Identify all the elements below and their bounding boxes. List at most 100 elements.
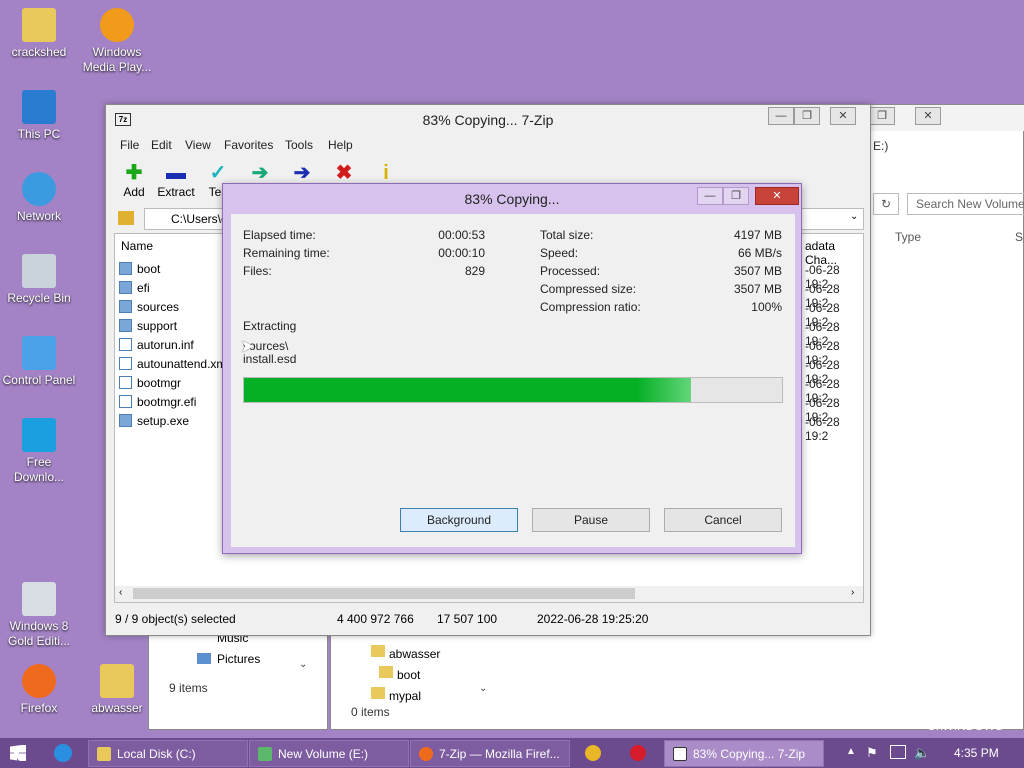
close-icon[interactable]: ✕ (755, 187, 799, 205)
desktop-icon-free-download[interactable]: Free Downlo... (0, 418, 78, 485)
clock[interactable]: 4:35 PM (954, 746, 999, 760)
desktop-icon-this-pc[interactable]: This PC (0, 90, 78, 142)
scroll-left-icon[interactable]: ‹ (119, 587, 122, 598)
folder-icon (119, 300, 132, 313)
cancel-button[interactable]: Cancel (664, 508, 782, 532)
scrollbar-thumb[interactable] (133, 588, 635, 599)
extract-button[interactable]: ▬ Extract (156, 161, 196, 199)
copy-button[interactable]: ➔ (240, 161, 280, 185)
download-manager-icon (22, 418, 56, 452)
list-item[interactable]: bootmgr (119, 374, 181, 393)
start-icon[interactable] (10, 745, 26, 761)
network-tray-icon[interactable] (890, 745, 906, 759)
list-item[interactable]: bootmgr.efi (119, 393, 196, 412)
search-input[interactable]: Search New Volume (907, 193, 1024, 215)
opera-icon[interactable] (630, 745, 646, 761)
taskbar-label: 83% Copying... 7-Zip (693, 747, 806, 761)
background-button[interactable]: Background (400, 508, 518, 532)
refresh-icon[interactable]: ↻ (873, 193, 899, 215)
file-name: support (137, 319, 178, 333)
menu-favorites[interactable]: Favorites (224, 138, 273, 152)
close-icon[interactable]: ✕ (915, 107, 941, 125)
internet-explorer-icon[interactable] (54, 744, 72, 762)
files-label: Files: (243, 264, 272, 278)
maximize-icon[interactable]: ❐ (794, 107, 820, 125)
desktop-icon-media-player[interactable]: Windows Media Play... (78, 8, 156, 75)
maximize-icon[interactable]: ❐ (723, 187, 749, 205)
menu-tools[interactable]: Tools (285, 138, 313, 152)
folder-up-icon[interactable] (118, 211, 134, 225)
test-icon: ✓ (209, 162, 227, 184)
pause-button[interactable]: Pause (532, 508, 650, 532)
desktop-icon-label: Recycle Bin (7, 291, 71, 305)
flag-icon[interactable]: ⚑ (866, 745, 878, 761)
tree-item[interactable]: Pictures (217, 652, 260, 666)
taskbar-label: 7-Zip — Mozilla Firef... (439, 747, 560, 761)
compression-ratio-label: Compression ratio: (540, 300, 641, 314)
folder-icon (371, 687, 385, 699)
horizontal-scrollbar[interactable]: ‹ › (115, 586, 863, 602)
desktop-icon-windows8[interactable]: Windows 8 Gold Editi... (0, 582, 78, 649)
list-item[interactable]: support (119, 317, 177, 336)
minimize-icon[interactable]: — (768, 107, 794, 125)
tree-item[interactable]: boot (397, 668, 420, 682)
column-header-type[interactable]: Type (895, 230, 921, 244)
minimize-icon[interactable]: — (697, 187, 723, 205)
list-item[interactable]: boot (119, 260, 160, 279)
computer-icon (22, 90, 56, 124)
close-icon[interactable]: ✕ (830, 107, 856, 125)
add-button[interactable]: ✚ Add (114, 161, 154, 199)
file-name: bootmgr.efi (137, 395, 197, 409)
item-count: 0 items (351, 705, 390, 719)
desktop-icon-control-panel[interactable]: Control Panel (0, 336, 78, 388)
list-item[interactable]: efi (119, 279, 150, 298)
move-button[interactable]: ➔ (282, 161, 322, 185)
desktop-icon-network[interactable]: Network (0, 172, 78, 224)
compressed-size-label: Compressed size: (540, 282, 637, 296)
volume-icon[interactable]: 🔈 (914, 745, 930, 761)
tree-item[interactable]: mypal (389, 689, 421, 703)
add-icon: ✚ (125, 162, 143, 184)
installer-icon (22, 582, 56, 616)
menu-help[interactable]: Help (328, 138, 353, 152)
file-icon (119, 376, 132, 389)
taskbar-item-local-disk[interactable]: Local Disk (C:) (88, 740, 248, 767)
desktop-icon-label: Free Downlo... (13, 455, 65, 484)
progress-dialog: 83% Copying... — ❐ ✕ Elapsed time: 00:00… (222, 183, 802, 554)
chevron-down-icon[interactable]: ⌄ (850, 211, 858, 222)
list-item[interactable]: autorun.inf (119, 336, 194, 355)
speed-value: 66 MB/s (737, 246, 782, 260)
list-item[interactable]: sources (119, 298, 179, 317)
folder-icon (100, 664, 134, 698)
folder-icon (371, 645, 385, 657)
chevron-down-icon[interactable]: ⌄ (479, 683, 487, 694)
desktop-icon-abwasser[interactable]: abwasser (78, 664, 156, 716)
taskbar-label: Local Disk (C:) (117, 747, 196, 761)
menu-edit[interactable]: Edit (151, 138, 172, 152)
list-item[interactable]: setup.exe (119, 412, 189, 431)
delete-button[interactable]: ✖ (324, 161, 364, 185)
desktop-icon-firefox[interactable]: Firefox (0, 664, 78, 716)
tree-item[interactable]: abwasser (389, 647, 440, 661)
chrome-icon[interactable] (585, 745, 601, 761)
info-button[interactable]: i (366, 161, 406, 185)
chevron-up-icon[interactable]: ▲ (846, 746, 856, 757)
status-size: 4 400 972 766 (337, 612, 414, 626)
chevron-down-icon[interactable]: ⌄ (299, 659, 307, 670)
taskbar-item-firefox[interactable]: 7-Zip — Mozilla Firef... (410, 740, 570, 767)
list-item[interactable]: autounattend.xm (119, 355, 226, 374)
file-name: autorun.inf (137, 338, 194, 352)
desktop-icon-crackshed[interactable]: crackshed (0, 8, 78, 60)
desktop-icon-recycle-bin[interactable]: Recycle Bin (0, 254, 78, 306)
taskbar-item-7zip[interactable]: 83% Copying... 7-Zip (664, 740, 824, 767)
column-header-size[interactable]: Si (1015, 230, 1024, 244)
delete-icon: ✖ (335, 162, 353, 184)
menu-view[interactable]: View (185, 138, 211, 152)
menu-file[interactable]: File (120, 138, 139, 152)
explorer-icon (258, 747, 272, 761)
scroll-right-icon[interactable]: › (851, 587, 854, 598)
column-header-name[interactable]: Name (121, 239, 153, 253)
maximize-icon[interactable]: ❐ (869, 107, 895, 125)
xml-file-icon (119, 357, 132, 370)
taskbar-item-new-volume[interactable]: New Volume (E:) (249, 740, 409, 767)
